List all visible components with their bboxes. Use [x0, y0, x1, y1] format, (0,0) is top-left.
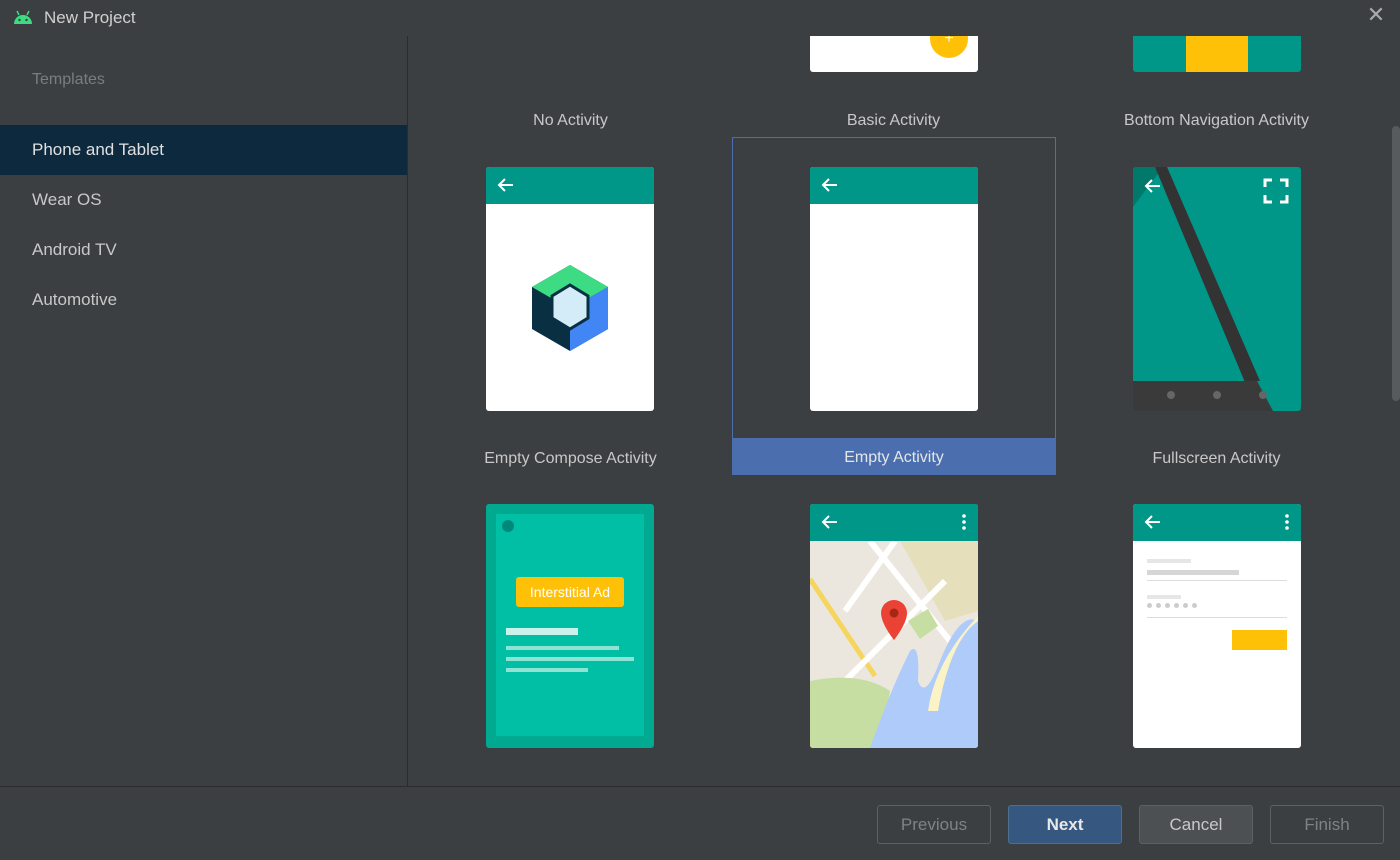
password-dots: [1147, 603, 1207, 611]
template-thumbnail: [1133, 504, 1301, 748]
next-button[interactable]: Next: [1008, 805, 1122, 844]
previous-button[interactable]: Previous: [877, 805, 991, 844]
template-label: No Activity: [533, 112, 608, 129]
close-icon[interactable]: ✕: [1364, 4, 1388, 28]
template-label: Fullscreen Activity: [1152, 450, 1281, 467]
cancel-button[interactable]: Cancel: [1139, 805, 1253, 844]
sidebar-item-phone-and-tablet[interactable]: Phone and Tablet: [0, 125, 407, 175]
interstitial-ad-badge: Interstitial Ad: [516, 577, 624, 607]
template-card-empty-compose-activity[interactable]: Empty Compose Activity: [409, 137, 732, 475]
template-card-interstitial-ad[interactable]: Interstitial Ad: [409, 475, 732, 786]
fab-icon: +: [930, 36, 968, 58]
text-placeholder-line: [506, 657, 634, 661]
back-arrow-icon: [497, 178, 513, 192]
template-label: Bottom Navigation Activity: [1124, 112, 1309, 129]
jetpack-compose-logo-icon: [532, 265, 608, 351]
app-bar: [810, 504, 978, 541]
template-thumbnail: [1133, 167, 1301, 411]
template-thumbnail: [486, 167, 654, 411]
fullscreen-icon: [1263, 178, 1289, 204]
sidebar-item-android-tv[interactable]: Android TV: [0, 225, 407, 275]
template-card-fullscreen-activity[interactable]: Fullscreen Activity: [1055, 137, 1378, 475]
template-thumbnail: [810, 504, 978, 748]
field-underline: [1147, 580, 1287, 581]
android-icon: [14, 10, 32, 24]
template-card-empty-activity[interactable]: Empty Activity: [732, 137, 1056, 475]
finish-button[interactable]: Finish: [1270, 805, 1384, 844]
category-list: Phone and Tablet Wear OS Android TV Auto…: [0, 125, 407, 325]
text-placeholder-line: [506, 668, 588, 672]
map-pin-icon: [881, 600, 907, 640]
app-bar: [810, 167, 978, 204]
template-label: Basic Activity: [846, 112, 941, 129]
back-arrow-icon: [1144, 179, 1160, 193]
templates-sidebar: Templates Phone and Tablet Wear OS Andro…: [0, 36, 408, 786]
back-arrow-icon: [821, 178, 837, 192]
back-arrow-icon: [1144, 515, 1160, 529]
template-card-google-maps-activity[interactable]: [732, 475, 1055, 786]
overflow-menu-icon: [1285, 514, 1289, 530]
app-bar: [1133, 504, 1301, 541]
template-gallery: No Activity + Basic Activity Bottom Navi…: [409, 36, 1400, 786]
email-field-line: [1147, 570, 1239, 575]
dialog-footer: Previous Next Cancel Finish: [0, 786, 1400, 860]
section-title: Templates: [32, 71, 105, 88]
text-placeholder-line: [506, 628, 578, 635]
template-thumbnail: +: [810, 36, 978, 72]
password-hint-line: [1147, 595, 1181, 599]
email-hint-line: [1147, 559, 1191, 563]
template-thumbnail: [810, 167, 978, 411]
template-thumbnail: [1133, 36, 1301, 72]
vertical-scrollbar[interactable]: [1392, 126, 1400, 401]
selected-nav-highlight: [1186, 36, 1248, 72]
sidebar-item-automotive[interactable]: Automotive: [0, 275, 407, 325]
text-placeholder-line: [506, 646, 619, 650]
template-card-no-activity[interactable]: No Activity: [409, 36, 732, 136]
app-bar: [486, 167, 654, 204]
ad-panel: Interstitial Ad: [496, 514, 644, 736]
back-arrow-icon: [821, 515, 837, 529]
template-card-basic-activity[interactable]: + Basic Activity: [732, 36, 1055, 136]
overflow-menu-icon: [962, 514, 966, 530]
template-label: Empty Compose Activity: [484, 450, 657, 467]
window-title: New Project: [44, 8, 136, 27]
template-card-login-activity[interactable]: [1055, 475, 1378, 786]
map-graphic: [810, 541, 978, 748]
close-dot-icon: [502, 520, 514, 532]
template-thumbnail: Interstitial Ad: [486, 504, 654, 748]
template-label: Empty Activity: [844, 449, 944, 466]
template-card-bottom-navigation-activity[interactable]: Bottom Navigation Activity: [1055, 36, 1378, 136]
field-underline: [1147, 617, 1287, 618]
sign-in-button-placeholder: [1232, 630, 1287, 650]
title-bar: New Project ✕: [0, 0, 1400, 36]
sidebar-item-wear-os[interactable]: Wear OS: [0, 175, 407, 225]
